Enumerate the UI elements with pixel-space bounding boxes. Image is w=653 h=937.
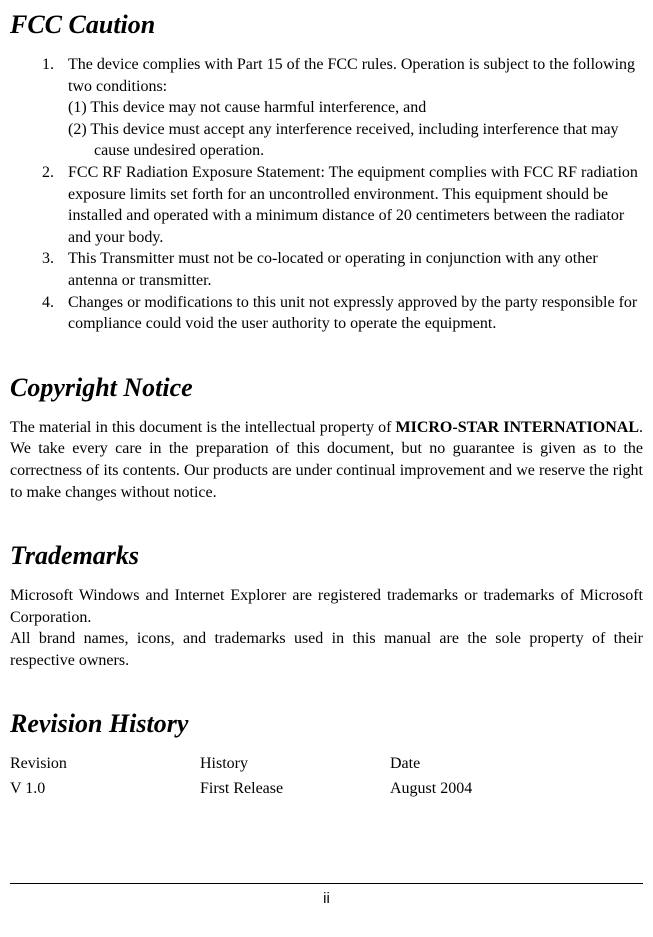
revision-data-col3: August 2004 (390, 778, 643, 800)
revision-data-col1: V 1.0 (10, 778, 200, 800)
revision-data-row: V 1.0 First Release August 2004 (10, 778, 643, 800)
trademarks-text: Microsoft Windows and Internet Explorer … (10, 585, 643, 671)
item-text: FCC RF Radiation Exposure Statement: The… (68, 164, 638, 246)
revision-header-col2: History (200, 753, 390, 775)
item-number: 4. (42, 292, 54, 314)
copyright-text-bold: MICRO-STAR INTERNATIONAL (395, 419, 639, 436)
copyright-text-pre: The material in this document is the int… (10, 419, 395, 436)
sublist-item: (1) This device may not cause harmful in… (68, 97, 643, 119)
list-item: 1. The device complies with Part 15 of t… (42, 54, 643, 162)
fcc-list: 1. The device complies with Part 15 of t… (10, 54, 643, 335)
revision-data-col2: First Release (200, 778, 390, 800)
footer-divider (10, 883, 643, 884)
copyright-text: The material in this document is the int… (10, 417, 643, 503)
item-number: 2. (42, 162, 54, 184)
item-text: This Transmitter must not be co-located … (68, 250, 598, 289)
trademarks-heading: Trademarks (10, 541, 643, 571)
item-number: 1. (42, 54, 54, 76)
item-text: Changes or modifications to this unit no… (68, 294, 637, 333)
list-item: 2. FCC RF Radiation Exposure Statement: … (42, 162, 643, 248)
item-number: 3. (42, 248, 54, 270)
copyright-notice-heading: Copyright Notice (10, 373, 643, 403)
list-item: 4. Changes or modifications to this unit… (42, 292, 643, 335)
fcc-caution-heading: FCC Caution (10, 10, 643, 40)
revision-header-row: Revision History Date (10, 753, 643, 775)
revision-header-col3: Date (390, 753, 643, 775)
item-text: The device complies with Part 15 of the … (68, 56, 635, 95)
sublist-item: (2) This device must accept any interfer… (68, 119, 643, 162)
revision-header-col1: Revision (10, 753, 200, 775)
page-footer: ii (10, 883, 643, 907)
page-number: ii (10, 890, 643, 907)
sublist: (1) This device may not cause harmful in… (68, 97, 643, 162)
list-item: 3. This Transmitter must not be co-locat… (42, 248, 643, 291)
revision-history-heading: Revision History (10, 709, 643, 739)
